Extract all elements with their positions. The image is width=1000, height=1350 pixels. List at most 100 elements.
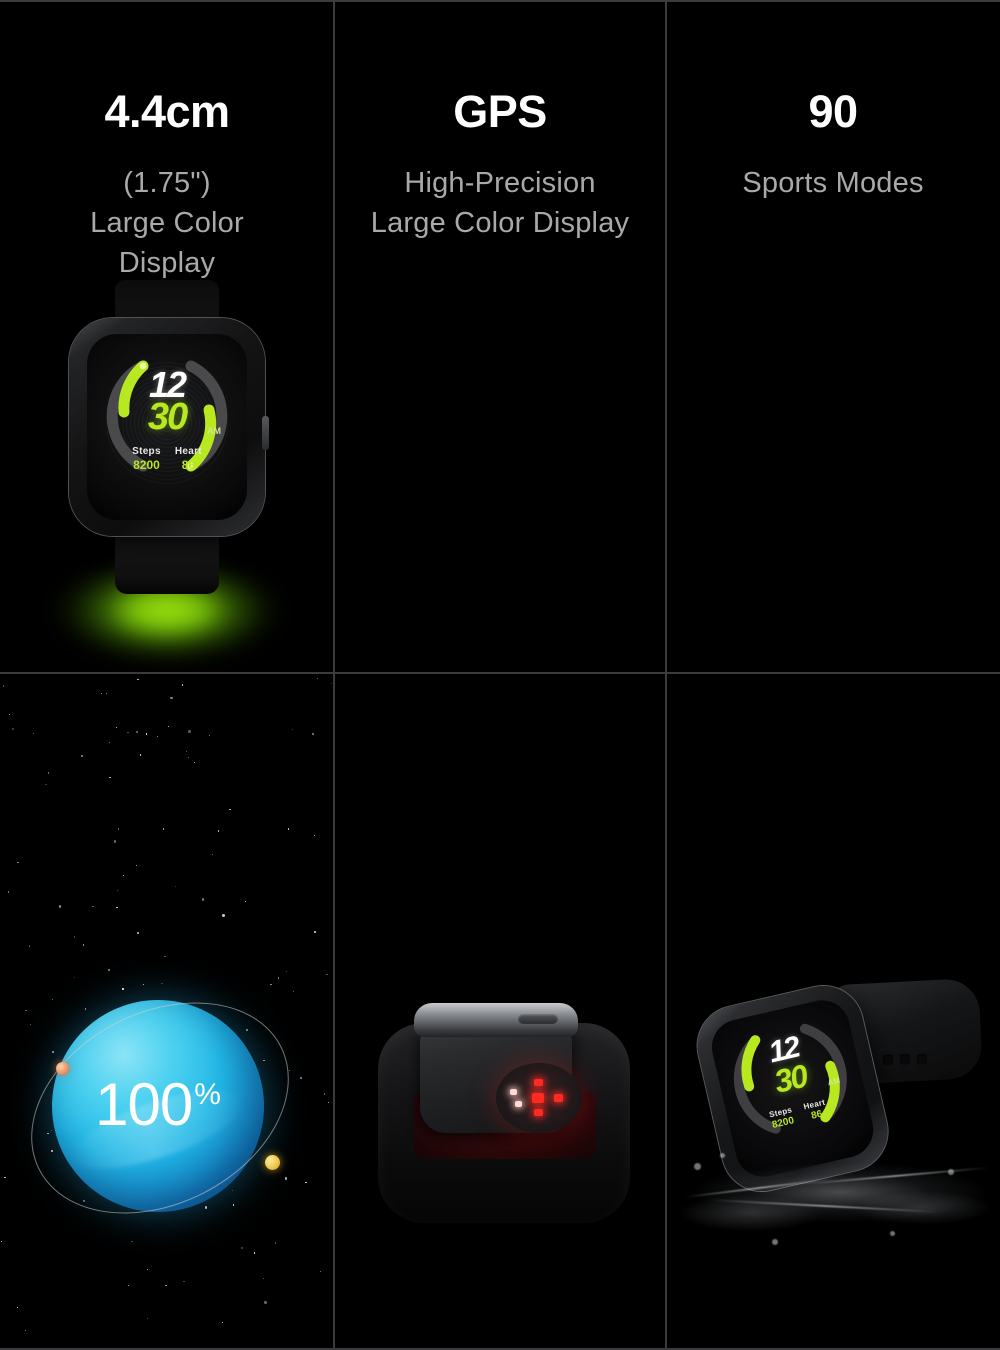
star bbox=[24, 1329, 27, 1331]
star bbox=[285, 970, 288, 973]
star bbox=[288, 1069, 291, 1071]
star bbox=[17, 861, 19, 864]
star bbox=[244, 901, 246, 903]
star bbox=[221, 1321, 224, 1323]
star bbox=[107, 968, 110, 972]
star bbox=[45, 784, 47, 786]
star bbox=[4, 1176, 6, 1179]
subtitle-text: High-Precision Large Color Display bbox=[370, 167, 630, 240]
star bbox=[277, 977, 279, 979]
star bbox=[115, 726, 118, 729]
watch-face-steps: Steps 8200 bbox=[132, 446, 161, 472]
heart-value: 86 bbox=[181, 458, 196, 472]
watch-strap-holes bbox=[882, 1054, 928, 1065]
star bbox=[323, 1093, 326, 1095]
star bbox=[312, 733, 314, 735]
sensor-led-red-center bbox=[532, 1093, 544, 1103]
star bbox=[167, 726, 169, 728]
star bbox=[146, 733, 148, 735]
star bbox=[241, 1247, 243, 1249]
star bbox=[316, 677, 318, 680]
star bbox=[73, 936, 76, 938]
star bbox=[326, 973, 328, 976]
star bbox=[12, 728, 14, 730]
star bbox=[32, 732, 35, 734]
star bbox=[127, 1284, 130, 1286]
star bbox=[59, 905, 62, 908]
heart-rate-sensor bbox=[496, 1063, 582, 1133]
star bbox=[93, 673, 96, 675]
watch-case: 12 30 AM Steps 8200 Heart 86 bbox=[69, 318, 269, 536]
star bbox=[135, 864, 138, 867]
star bbox=[100, 692, 103, 695]
watch-top-bezel bbox=[414, 1003, 578, 1037]
star bbox=[274, 1242, 277, 1244]
sensor-led-red-bottom bbox=[534, 1109, 543, 1116]
orbit-moon-orange bbox=[56, 1062, 69, 1075]
star bbox=[165, 1284, 167, 1287]
star bbox=[284, 1177, 288, 1180]
steps-label: Steps bbox=[132, 446, 161, 457]
star bbox=[105, 692, 108, 694]
star bbox=[92, 905, 94, 908]
star bbox=[7, 891, 10, 893]
star bbox=[51, 998, 54, 1001]
star bbox=[204, 1206, 208, 1209]
star bbox=[320, 1271, 322, 1273]
watch-face-meridiem: AM bbox=[207, 426, 221, 436]
smartwatch-back-sensor-image bbox=[378, 995, 630, 1245]
star bbox=[300, 1077, 302, 1079]
star bbox=[84, 1008, 87, 1010]
star bbox=[174, 885, 177, 887]
star bbox=[164, 956, 166, 958]
star bbox=[28, 945, 30, 947]
star bbox=[116, 907, 118, 909]
star bbox=[52, 1051, 54, 1053]
heart-label: Heart bbox=[174, 446, 202, 457]
star bbox=[81, 755, 83, 757]
watch-side-button bbox=[262, 416, 269, 450]
star bbox=[188, 730, 191, 733]
feature-title-display: 4.4cm bbox=[104, 86, 230, 137]
star bbox=[2, 685, 4, 687]
star bbox=[114, 840, 117, 843]
star bbox=[137, 678, 139, 681]
star bbox=[187, 756, 190, 758]
star bbox=[25, 1009, 27, 1011]
sensor-led-red-right bbox=[554, 1094, 563, 1102]
star bbox=[122, 874, 125, 877]
star bbox=[229, 808, 231, 811]
feature-card-gps: GPS High-PrecisionLarge Color Display 🚴 … bbox=[334, 0, 666, 673]
feature-grid: 4.4cm (1.75") Large Color Display 12 30 … bbox=[0, 0, 1000, 1350]
star bbox=[161, 982, 163, 984]
star bbox=[139, 754, 141, 756]
sensor-led-white-2 bbox=[515, 1101, 522, 1107]
star bbox=[313, 931, 317, 934]
sensor-led-white-1 bbox=[510, 1089, 517, 1095]
star bbox=[291, 728, 294, 731]
star bbox=[231, 1189, 234, 1192]
smartwatch-water-image: 12 30 AM Steps 8200 Heart 86 bbox=[680, 965, 1000, 1265]
star bbox=[142, 983, 145, 986]
star bbox=[330, 682, 332, 684]
feature-subtitle-display: (1.75") Large Color Display bbox=[0, 163, 334, 283]
star bbox=[232, 1204, 234, 1206]
star bbox=[211, 853, 213, 856]
feature-card-display: 4.4cm (1.75") Large Color Display 12 30 … bbox=[0, 0, 334, 673]
star bbox=[74, 976, 76, 979]
water-splash-effect bbox=[680, 1135, 1000, 1265]
star bbox=[131, 1240, 133, 1243]
star bbox=[146, 1268, 149, 1271]
star bbox=[147, 1318, 149, 1320]
star bbox=[136, 731, 138, 733]
star bbox=[327, 1101, 330, 1104]
subtitle-text: Sports Modes bbox=[742, 167, 924, 199]
watch-face-minute: 30 bbox=[147, 396, 188, 438]
subtitle-text: (1.75") Large Color Display bbox=[90, 167, 244, 280]
star bbox=[185, 750, 187, 753]
watch-screen: 12 30 AM Steps 8200 Heart 86 bbox=[87, 334, 247, 520]
star bbox=[201, 898, 205, 901]
orbit-moon-yellow bbox=[265, 1155, 280, 1170]
feature-title-gps: GPS bbox=[453, 86, 547, 137]
star bbox=[16, 1306, 18, 1309]
